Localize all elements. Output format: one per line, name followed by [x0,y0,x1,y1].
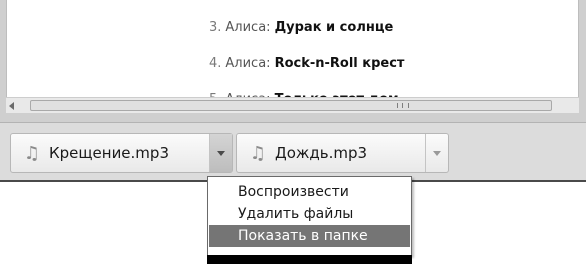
track-title: Rock-n-Roll крест [274,56,405,71]
list-item: 4. Алиса: Rock-n-Roll крест [209,54,404,90]
download-filename: Дождь.mp3 [275,144,368,162]
download-item-dozhd[interactable]: ♫ Дождь.mp3 [236,133,449,173]
horizontal-scrollbar[interactable] [6,97,579,113]
download-item-body[interactable]: ♫ Крещение.mp3 [11,134,169,172]
browser-window: 3. Алиса: Дурак и солнце 4. Алиса: Rock-n-Ro… [0,0,586,182]
track-number: 4. [209,56,222,71]
track-title: Дурак и солнце [274,20,394,35]
list-item: 3. Алиса: Дурак и солнце [209,18,404,54]
music-note-icon: ♫ [23,142,41,164]
menu-item-play[interactable]: Воспроизвести [208,181,411,203]
track-number: 3. [209,20,222,35]
chevron-down-icon [217,151,225,156]
music-note-icon: ♫ [249,142,267,164]
downloads-bar: ♫ Крещение.mp3 ♫ Дождь.mp3 [0,122,586,182]
track-artist: Алиса: [225,56,271,71]
scrollbar-thumb[interactable] [30,100,552,111]
download-menu-button[interactable] [208,134,234,182]
download-item-kreshchenie[interactable]: ♫ Крещение.mp3 [10,133,234,182]
download-menu-button[interactable] [425,134,448,172]
track-artist: Алиса: [225,20,271,35]
menu-item-show-in-folder[interactable]: Показать в папке [209,225,410,247]
menu-bottom-bar [207,255,412,264]
browser-screenshot: 3. Алиса: Дурак и солнце 4. Алиса: Rock-n-Ro… [0,0,586,279]
scrollbar-grip-icon [397,103,409,108]
scroll-left-arrow-icon[interactable] [9,102,14,110]
menu-item-delete-files[interactable]: Удалить файлы [208,203,411,225]
download-context-menu: Воспроизвести Удалить файлы Показать в п… [207,176,412,256]
download-item-body[interactable]: ♫ Дождь.mp3 [237,134,367,172]
download-filename: Крещение.mp3 [49,144,169,162]
chevron-down-icon [433,151,441,156]
